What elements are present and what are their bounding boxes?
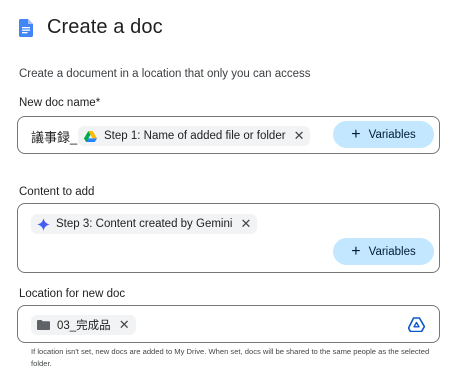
- close-icon[interactable]: ✕: [119, 317, 130, 333]
- chip-label: 03_完成品: [57, 320, 111, 332]
- doc-name-prefix[interactable]: 議事録_: [31, 127, 77, 146]
- close-icon[interactable]: ✕: [294, 128, 305, 144]
- header: Create a doc: [19, 16, 163, 39]
- doc-name-variable-chip[interactable]: Step 1: Name of added file or folder ✕: [78, 126, 311, 146]
- variables-button-label: Variables: [368, 128, 416, 141]
- close-icon[interactable]: ✕: [240, 216, 251, 232]
- location-helper-text: If location isn't set, new docs are adde…: [31, 347, 430, 368]
- folder-icon: [37, 320, 50, 330]
- content-variable-chip[interactable]: Step 3: Content created by Gemini ✕: [31, 214, 258, 234]
- drive-picker-icon[interactable]: [408, 317, 425, 332]
- chip-label: Step 3: Content created by Gemini: [56, 218, 233, 230]
- location-label: Location for new doc: [19, 288, 126, 300]
- google-drive-icon: [84, 130, 97, 142]
- google-docs-icon: [19, 18, 33, 37]
- variables-button[interactable]: + Variables: [333, 238, 434, 265]
- chip-label: Step 1: Name of added file or folder: [104, 130, 286, 142]
- location-field[interactable]: 03_完成品 ✕: [17, 305, 440, 343]
- content-label: Content to add: [19, 186, 95, 198]
- plus-icon: +: [351, 125, 361, 143]
- plus-icon: +: [351, 242, 361, 260]
- content-field[interactable]: Step 3: Content created by Gemini ✕ + Va…: [17, 203, 440, 273]
- location-folder-chip[interactable]: 03_完成品 ✕: [31, 315, 136, 335]
- doc-name-field[interactable]: 議事録_ Step 1: Name of added file or folde…: [17, 116, 440, 154]
- gemini-sparkle-icon: [37, 217, 50, 231]
- doc-name-label: New doc name*: [19, 97, 101, 109]
- page-description: Create a document in a location that onl…: [19, 68, 311, 80]
- variables-button[interactable]: + Variables: [333, 121, 434, 148]
- page-title: Create a doc: [47, 16, 163, 38]
- variables-button-label: Variables: [368, 245, 416, 258]
